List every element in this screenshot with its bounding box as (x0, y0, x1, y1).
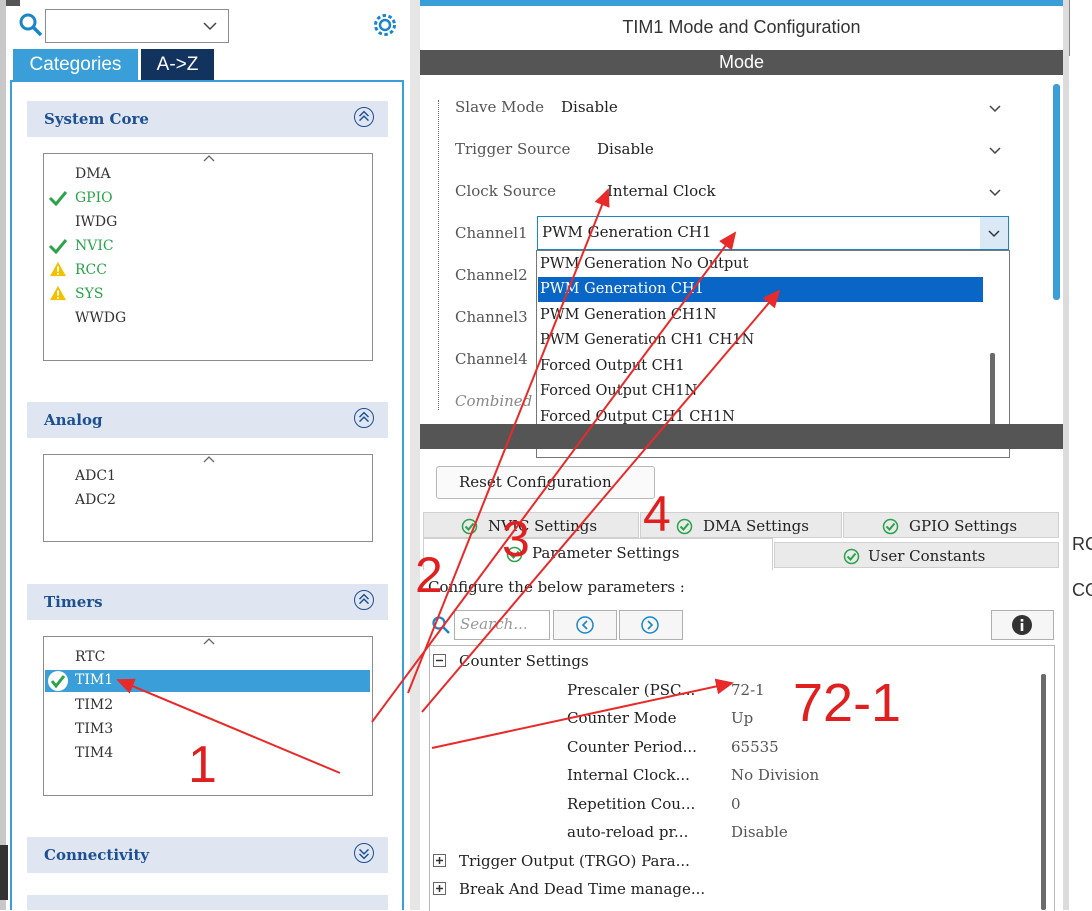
annotation-value: 72-1 (793, 673, 902, 733)
annotation-number-3: 3 (502, 511, 530, 567)
arrow-3 (371, 231, 737, 723)
annotation-arrows (116, 188, 781, 774)
arrow-1 (116, 678, 341, 774)
arrow-2 (407, 188, 610, 694)
arrow-4 (421, 289, 781, 713)
arrow-5 (431, 678, 734, 749)
annotation-number-2: 2 (415, 547, 443, 603)
annotation-number-1: 1 (188, 736, 217, 794)
annotation-number-4: 4 (643, 486, 671, 542)
